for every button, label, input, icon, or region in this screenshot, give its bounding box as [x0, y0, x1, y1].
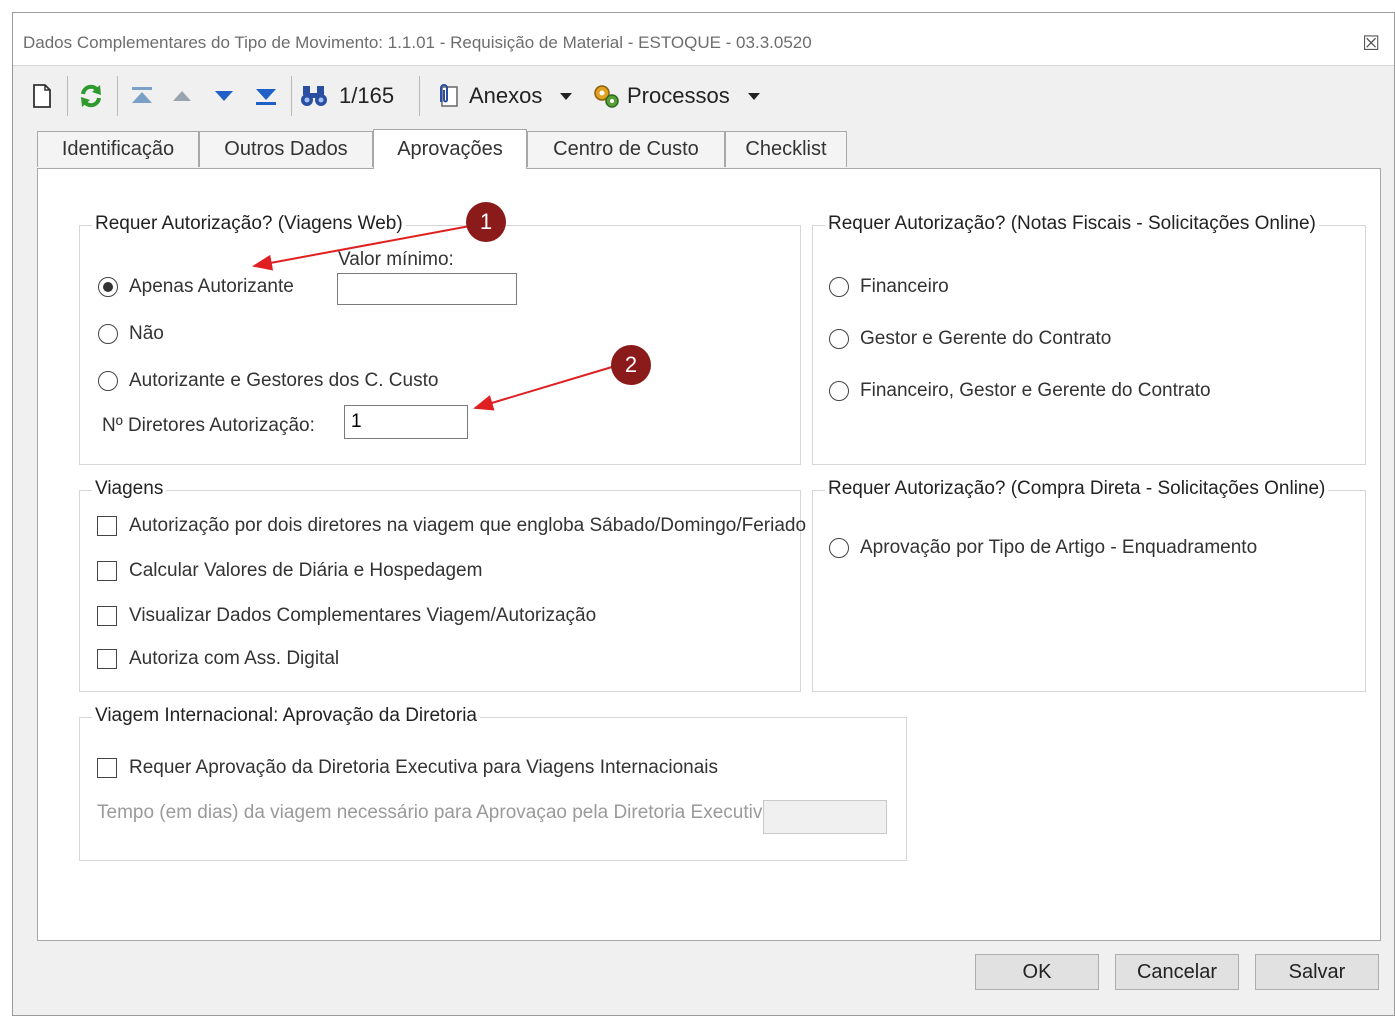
anexos-label: Anexos — [469, 83, 543, 108]
radio-apenas-autorizante[interactable]: Apenas Autorizante — [98, 276, 294, 298]
checkbox[interactable] — [97, 758, 117, 778]
processos-label: Processos — [627, 83, 730, 108]
radio-financeiro-gestor-gerente[interactable]: Financeiro, Gestor e Gerente do Contrato — [829, 380, 1211, 402]
gears-icon — [594, 85, 619, 108]
checkbox[interactable] — [97, 649, 117, 669]
record-counter: 1/165 — [339, 83, 395, 108]
option-label: Requer Aprovação da Diretoria Executiva … — [129, 757, 718, 778]
tab-centro-de-custo[interactable]: Centro de Custo — [527, 131, 725, 167]
group-compra-direta: Requer Autorização? (Compra Direta - Sol… — [812, 478, 1366, 692]
chevron-down-icon — [560, 92, 573, 100]
first-record-button[interactable] — [129, 76, 155, 116]
radio-button[interactable] — [98, 324, 118, 344]
valor-minimo-input[interactable] — [337, 273, 517, 305]
new-record-button[interactable] — [31, 76, 53, 116]
arrow-up-icon — [173, 91, 191, 101]
diretores-label: Nº Diretores Autorização: — [102, 415, 315, 436]
radio-button[interactable] — [829, 381, 849, 401]
option-label: Calcular Valores de Diária e Hospedagem — [129, 560, 483, 581]
group-legend: Viagens — [92, 478, 167, 500]
window-title: Dados Complementares do Tipo de Moviment… — [23, 33, 812, 52]
radio-nao[interactable]: Não — [98, 323, 164, 345]
option-label: Gestor e Gerente do Contrato — [860, 328, 1112, 349]
option-label: Financeiro — [860, 276, 949, 297]
close-icon[interactable]: ☒ — [1362, 31, 1380, 56]
toolbar-separator — [419, 76, 420, 116]
arrow-down-icon — [215, 91, 233, 101]
radio-button[interactable] — [98, 371, 118, 391]
option-label: Aprovação por Tipo de Artigo - Enquadram… — [860, 537, 1258, 558]
checkbox[interactable] — [97, 561, 117, 581]
radio-button[interactable] — [829, 329, 849, 349]
checkbox-ass-digital[interactable]: Autoriza com Ass. Digital — [97, 648, 339, 670]
tempo-viagem-input — [763, 800, 887, 834]
checkbox-dois-diretores[interactable]: Autorização por dois diretores na viagem… — [97, 515, 806, 537]
paperclip-icon — [440, 84, 458, 107]
option-label: Autoriza com Ass. Digital — [129, 648, 340, 669]
salvar-button[interactable]: Salvar — [1255, 954, 1379, 990]
previous-record-button[interactable] — [171, 76, 193, 116]
radio-gestor-gerente[interactable]: Gestor e Gerente do Contrato — [829, 328, 1111, 350]
annotation-badge-1: 1 — [466, 202, 506, 242]
ok-button[interactable]: OK — [975, 954, 1099, 990]
group-legend: Viagem Internacional: Aprovação da Diret… — [92, 705, 480, 727]
checkbox-calcular-valores[interactable]: Calcular Valores de Diária e Hospedagem — [97, 560, 482, 582]
chevron-down-icon — [747, 92, 760, 100]
cancelar-button[interactable]: Cancelar — [1115, 954, 1239, 990]
group-legend: Requer Autorização? (Compra Direta - Sol… — [825, 478, 1329, 500]
radio-autorizante-gestores[interactable]: Autorizante e Gestores dos C. Custo — [98, 370, 438, 392]
checkbox[interactable] — [97, 516, 117, 536]
title-bar: Dados Complementares do Tipo de Moviment… — [13, 13, 1394, 65]
radio-button[interactable] — [829, 538, 849, 558]
next-record-button[interactable] — [213, 76, 235, 116]
radio-button[interactable] — [829, 277, 849, 297]
diretores-input[interactable] — [344, 405, 468, 439]
find-button[interactable]: 1/165 — [299, 76, 394, 116]
group-viagem-internacional: Viagem Internacional: Aprovação da Diret… — [79, 705, 907, 861]
radio-button[interactable] — [98, 277, 118, 297]
radio-financeiro[interactable]: Financeiro — [829, 276, 949, 298]
tempo-viagem-label: Tempo (em dias) da viagem necessário par… — [97, 802, 779, 823]
last-icon — [256, 89, 276, 105]
last-record-button[interactable] — [253, 76, 279, 116]
tab-aprovacoes[interactable]: Aprovações — [373, 129, 527, 169]
option-label: Autorização por dois diretores na viagem… — [129, 515, 807, 536]
group-legend: Requer Autorização? (Notas Fiscais - Sol… — [825, 213, 1319, 235]
toolbar: 1/165 Anexos Processos — [13, 65, 1394, 126]
anexos-button[interactable]: Anexos — [433, 76, 573, 116]
option-label: Apenas Autorizante — [129, 276, 294, 297]
option-label: Financeiro, Gestor e Gerente do Contrato — [860, 380, 1211, 401]
processos-button[interactable]: Processos — [591, 76, 760, 116]
option-label: Autorizante e Gestores dos C. Custo — [129, 370, 439, 391]
group-legend: Requer Autorização? (Viagens Web) — [92, 213, 406, 235]
binoculars-icon — [301, 86, 327, 106]
tab-identificacao[interactable]: Identificação — [37, 131, 199, 167]
checkbox-visualizar-dados[interactable]: Visualizar Dados Complementares Viagem/A… — [97, 605, 596, 627]
valor-minimo-label: Valor mínimo: — [338, 249, 454, 270]
new-document-icon — [33, 84, 51, 108]
annotation-badge-2: 2 — [611, 345, 651, 385]
option-label: Não — [129, 323, 164, 344]
checkbox[interactable] — [97, 606, 117, 626]
first-icon — [132, 87, 152, 103]
refresh-icon — [81, 84, 101, 108]
radio-aprovacao-tipo-artigo[interactable]: Aprovação por Tipo de Artigo - Enquadram… — [829, 537, 1257, 559]
checkbox-requer-aprovacao-internacional[interactable]: Requer Aprovação da Diretoria Executiva … — [97, 757, 718, 779]
tab-checklist[interactable]: Checklist — [725, 131, 847, 167]
toolbar-separator — [67, 76, 68, 116]
toolbar-separator — [291, 76, 292, 116]
toolbar-separator — [117, 76, 118, 116]
refresh-button[interactable] — [77, 76, 105, 116]
tab-outros-dados[interactable]: Outros Dados — [199, 131, 373, 167]
option-label: Visualizar Dados Complementares Viagem/A… — [129, 605, 597, 626]
